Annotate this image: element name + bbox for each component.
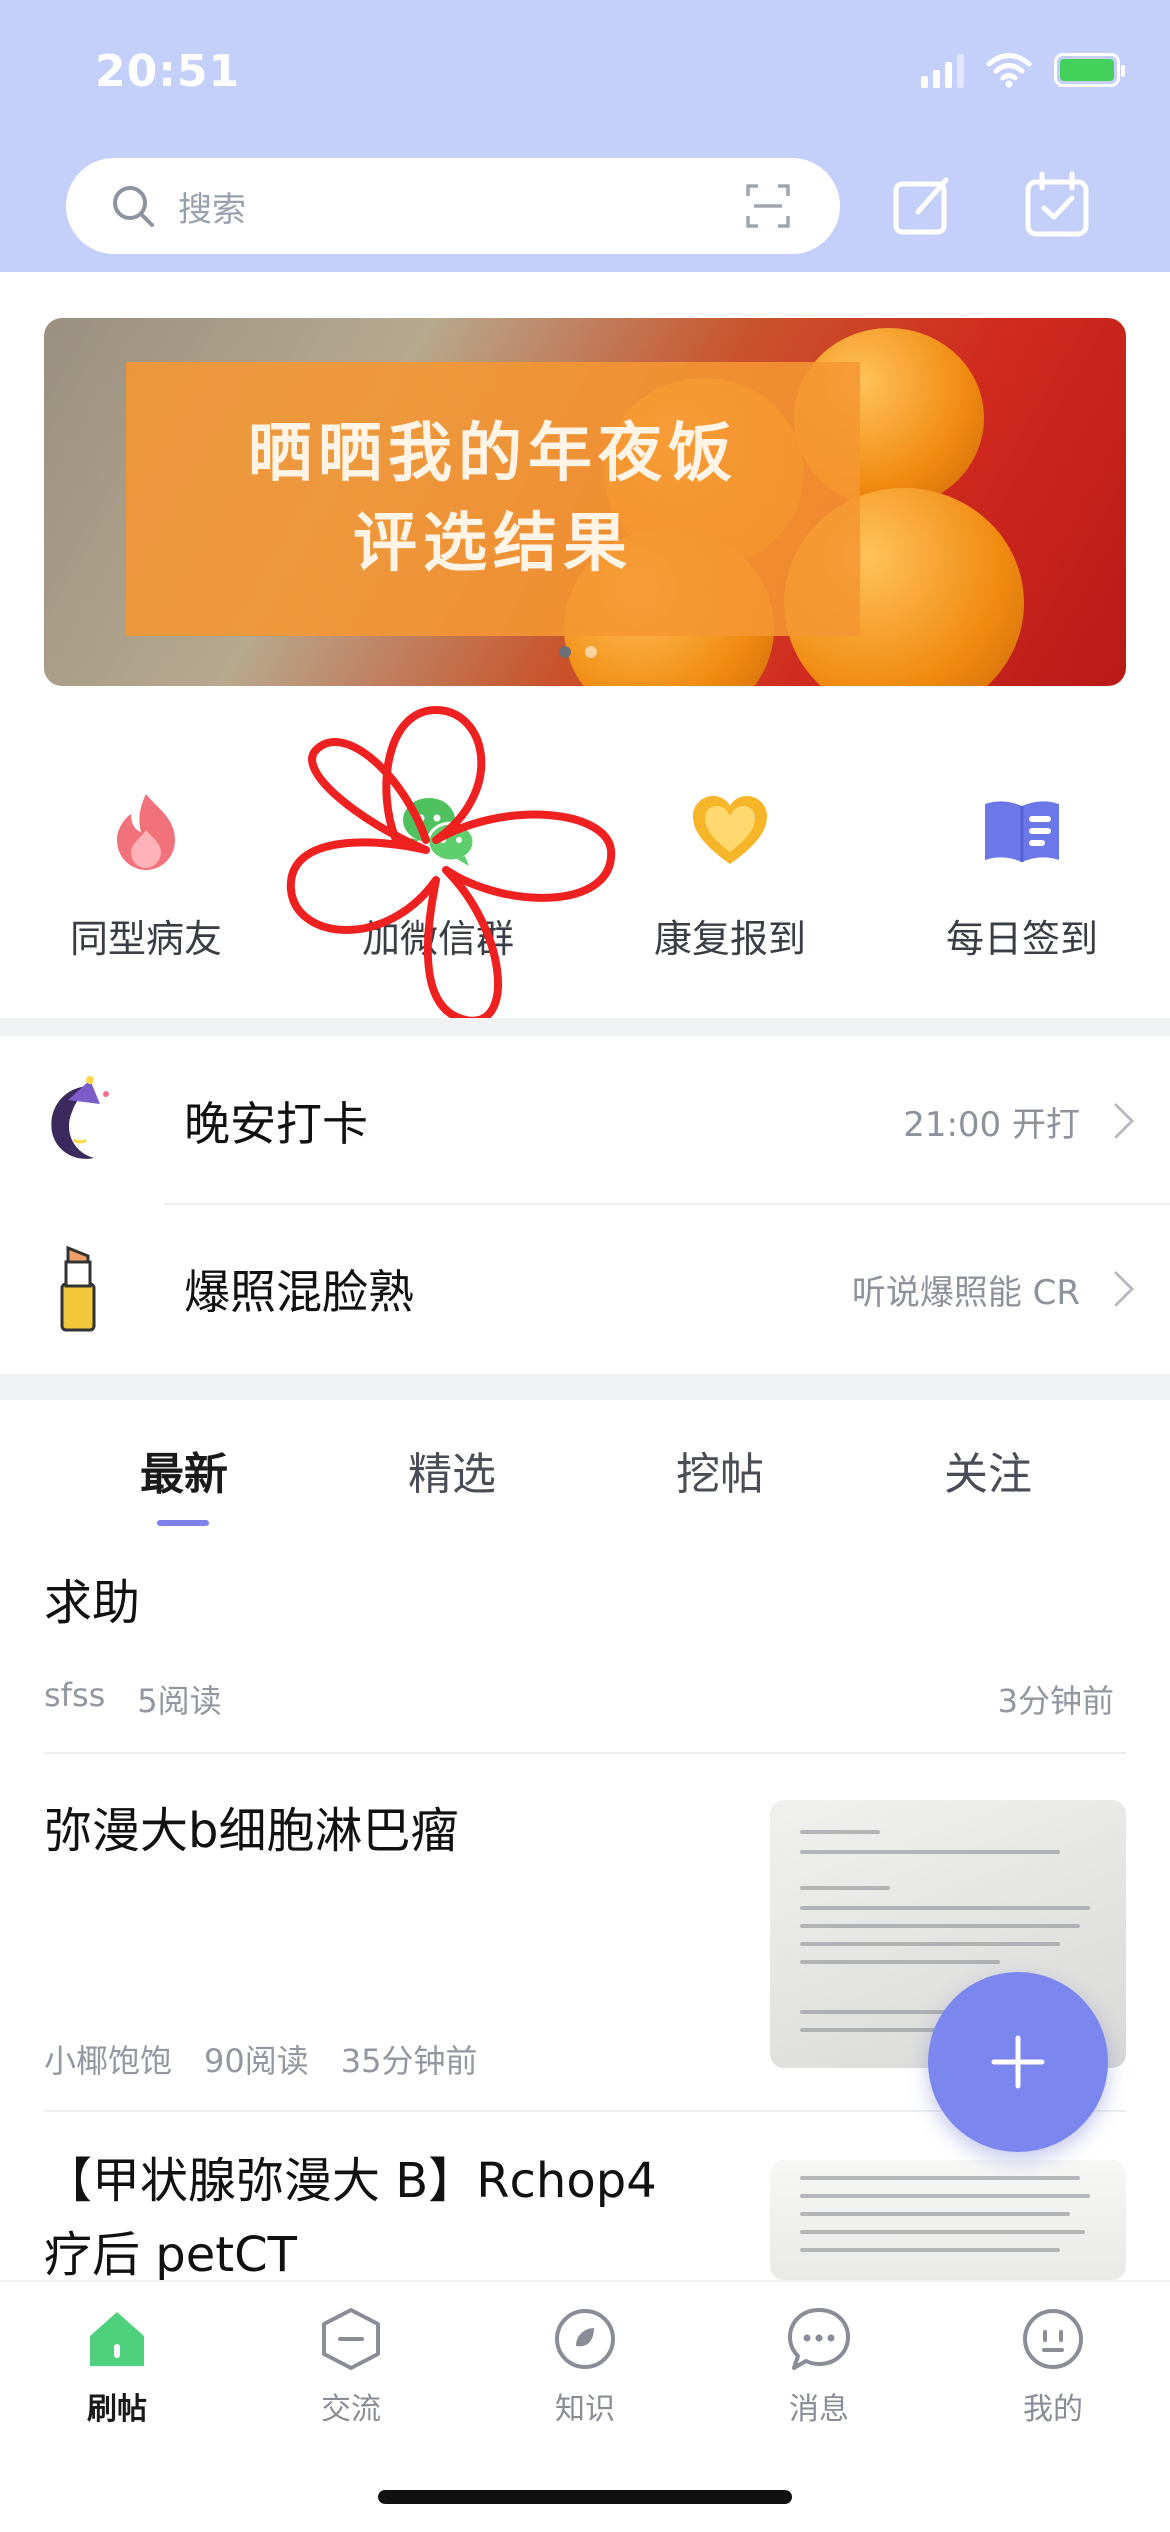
promo-banner[interactable]: 晒晒我的年夜饭 评选结果 <box>44 318 1126 686</box>
home-icon <box>90 2312 144 2366</box>
quick-entry-label: 每日签到 <box>945 917 1098 961</box>
section-separator <box>0 1018 1170 1036</box>
moon-icon <box>51 1076 109 1159</box>
post-title-line1[interactable]: 【甲状腺弥漫大 B】Rchop4 <box>44 2144 657 2218</box>
exchange-icon <box>322 2308 380 2370</box>
row-goodnight-checkin[interactable]: 晚安打卡 21:00 开打 <box>0 1038 1170 1204</box>
chevron-right-icon <box>1114 1103 1135 1139</box>
post-title[interactable]: 求助 <box>44 1566 140 1640</box>
flame-icon <box>117 794 175 870</box>
battery-icon <box>1054 53 1125 87</box>
knowledge-icon <box>555 2309 615 2369</box>
scan-icon[interactable] <box>746 184 790 228</box>
search-placeholder[interactable]: 搜索 <box>178 182 746 231</box>
tab-latest[interactable]: 最新 <box>50 1400 318 1530</box>
tab-dig-posts[interactable]: 挖帖 <box>586 1400 854 1530</box>
banner-title-line1: 晒晒我的年夜饭 <box>248 416 738 492</box>
post-reads: 90阅读 <box>204 2042 309 2080</box>
tabbar-label: 我的 <box>1023 2392 1083 2427</box>
post-thumbnail[interactable] <box>770 2160 1126 2280</box>
new-post-button[interactable] <box>928 1972 1108 2152</box>
heart-icon <box>693 796 767 864</box>
home-indicator <box>378 2490 792 2504</box>
quick-entry-daily-signin[interactable]: 每日签到 <box>876 790 1168 1010</box>
pagination-dot <box>585 646 597 658</box>
quick-entry-recovery[interactable]: 康复报到 <box>584 790 876 1010</box>
banner-text-box: 晒晒我的年夜饭 评选结果 <box>126 362 860 636</box>
status-time: 20:51 <box>95 46 241 97</box>
post-divider <box>44 1752 1126 1754</box>
profile-face-icon <box>1023 2309 1083 2369</box>
quick-entry-same-type[interactable]: 同型病友 <box>0 790 292 1010</box>
post-title[interactable]: 弥漫大b细胞淋巴瘤 <box>44 1794 458 1868</box>
tab-featured[interactable]: 精选 <box>318 1400 586 1530</box>
search-bar[interactable]: 搜索 <box>66 158 840 254</box>
tabbar-label: 刷帖 <box>87 2392 147 2427</box>
banner-title-line2: 评选结果 <box>353 506 633 581</box>
quick-entry-label: 加微信群 <box>361 917 514 961</box>
checkin-calendar-icon[interactable] <box>1022 170 1092 240</box>
cellular-signal-icon <box>921 52 964 88</box>
row-title: 晚安打卡 <box>184 1097 368 1151</box>
quick-entry-label: 同型病友 <box>69 917 222 961</box>
post-meta: sfss 5阅读 <box>44 1676 222 1722</box>
tabbar-label: 交流 <box>321 2392 381 2427</box>
quick-entry-label: 康复报到 <box>653 917 806 961</box>
post-time: 35分钟前 <box>340 2042 478 2080</box>
chevron-right-icon <box>1114 1271 1135 1307</box>
top-header: 20:51 搜索 <box>0 0 1170 272</box>
quick-entry-wechat-group[interactable]: 加微信群 <box>292 790 584 1010</box>
wechat-icon <box>403 798 476 866</box>
lipstick-icon <box>60 1245 96 1332</box>
row-divider <box>164 1203 1170 1205</box>
tab-following[interactable]: 关注 <box>854 1400 1122 1530</box>
row-title: 爆照混脸熟 <box>184 1265 414 1319</box>
pagination-dot-active <box>559 646 571 658</box>
section-separator <box>0 1374 1170 1400</box>
row-hint: 21:00 开打 <box>903 1104 1080 1145</box>
tabbar-item-profile[interactable]: 我的 <box>936 2282 1170 2532</box>
quick-entries: 同型病友 加微信群 康复报到 每日签到 <box>0 790 1170 1010</box>
row-selfie-intro[interactable]: 爆照混脸熟 听说爆照能 CR <box>0 1206 1170 1372</box>
feed-tabs: 最新 精选 挖帖 关注 <box>0 1400 1170 1530</box>
tabbar-label: 消息 <box>789 2392 849 2427</box>
post-reads: 5阅读 <box>137 1682 222 1720</box>
banner-pagination <box>559 646 597 658</box>
status-icons <box>921 52 1125 88</box>
message-bubble-icon <box>788 2308 850 2370</box>
wifi-icon <box>986 53 1032 88</box>
post-author: 小椰饱饱 <box>44 2042 173 2080</box>
post-author: sfss <box>44 1676 106 1714</box>
book-icon <box>985 801 1059 862</box>
compose-icon[interactable] <box>888 170 958 240</box>
tabbar-item-browse[interactable]: 刷帖 <box>0 2282 234 2532</box>
post-time: 3分钟前 <box>997 1682 1114 1720</box>
tabbar-label: 知识 <box>555 2392 615 2427</box>
post-meta: 小椰饱饱 90阅读 35分钟前 <box>44 2036 477 2082</box>
row-hint: 听说爆照能 CR <box>851 1272 1080 1313</box>
plus-icon <box>991 2035 1045 2089</box>
search-icon <box>113 186 154 227</box>
